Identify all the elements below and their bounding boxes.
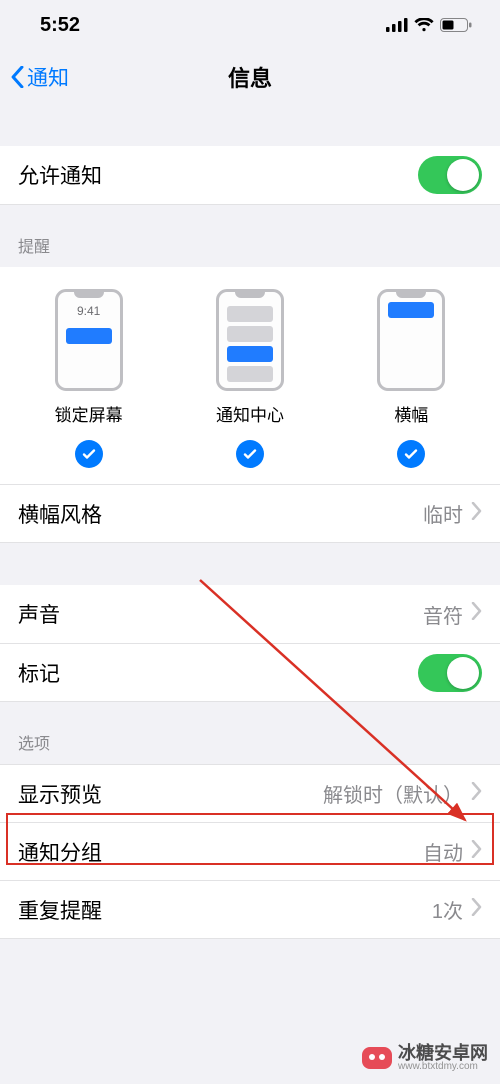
alert-center-check: [236, 440, 264, 468]
cellular-icon: [386, 18, 408, 32]
allow-switch[interactable]: [418, 156, 482, 194]
banner-style-row[interactable]: 横幅风格 临时: [0, 484, 500, 542]
banner-style-label: 横幅风格: [18, 499, 423, 529]
back-button[interactable]: 通知: [0, 62, 69, 92]
show-preview-value: 解锁时（默认）: [323, 779, 463, 808]
show-preview-row[interactable]: 显示预览 解锁时（默认）: [0, 764, 500, 822]
show-preview-label: 显示预览: [18, 779, 323, 809]
page-title: 信息: [0, 61, 500, 93]
alerts-header: 提醒: [0, 205, 500, 267]
allow-notifications-row[interactable]: 允许通知: [0, 146, 500, 204]
alert-banner[interactable]: 横幅: [377, 289, 445, 468]
banner-preview-icon: [377, 289, 445, 391]
status-icons: [386, 18, 472, 32]
watermark-url: www.btxtdmy.com: [398, 1062, 488, 1072]
back-label: 通知: [27, 62, 69, 92]
alert-center-label: 通知中心: [216, 401, 284, 426]
repeat-label: 重复提醒: [18, 895, 432, 925]
chevron-right-icon: [471, 602, 482, 626]
alert-lockscreen[interactable]: 9:41 锁定屏幕: [55, 289, 123, 468]
allow-label: 允许通知: [18, 160, 418, 190]
alert-lockscreen-check: [75, 440, 103, 468]
wifi-icon: [414, 18, 434, 32]
center-preview-icon: [216, 289, 284, 391]
chevron-left-icon: [10, 66, 25, 88]
repeat-row[interactable]: 重复提醒 1次: [0, 880, 500, 938]
watermark: 冰糖安卓网 www.btxtdmy.com: [362, 1044, 488, 1072]
lockscreen-preview-icon: 9:41: [55, 289, 123, 391]
watermark-logo-icon: [362, 1047, 392, 1069]
alert-banner-check: [397, 440, 425, 468]
alert-center[interactable]: 通知中心: [216, 289, 284, 468]
badge-switch[interactable]: [418, 654, 482, 692]
sound-badge-group: 声音 音符 标记: [0, 585, 500, 701]
chevron-right-icon: [471, 782, 482, 806]
alert-lockscreen-label: 锁定屏幕: [55, 401, 123, 426]
alert-types: 9:41 锁定屏幕 通知中心 横幅: [0, 267, 500, 484]
repeat-value: 1次: [432, 895, 463, 924]
nav-bar: 通知 信息: [0, 50, 500, 104]
chevron-right-icon: [471, 898, 482, 922]
sound-row[interactable]: 声音 音符: [0, 585, 500, 643]
allow-group: 允许通知: [0, 146, 500, 204]
battery-icon: [440, 18, 472, 32]
badge-label: 标记: [18, 658, 418, 688]
chevron-right-icon: [471, 840, 482, 864]
status-bar: 5:52: [0, 0, 500, 50]
sound-value: 音符: [423, 600, 463, 629]
grouping-value: 自动: [423, 837, 463, 866]
sound-label: 声音: [18, 599, 423, 629]
status-time: 5:52: [40, 14, 80, 37]
badge-row[interactable]: 标记: [0, 643, 500, 701]
grouping-label: 通知分组: [18, 837, 423, 867]
grouping-row[interactable]: 通知分组 自动: [0, 822, 500, 880]
alert-banner-label: 横幅: [394, 401, 428, 426]
options-header: 选项: [0, 702, 500, 764]
chevron-right-icon: [471, 502, 482, 526]
watermark-text: 冰糖安卓网: [398, 1044, 488, 1062]
banner-style-value: 临时: [423, 499, 463, 528]
